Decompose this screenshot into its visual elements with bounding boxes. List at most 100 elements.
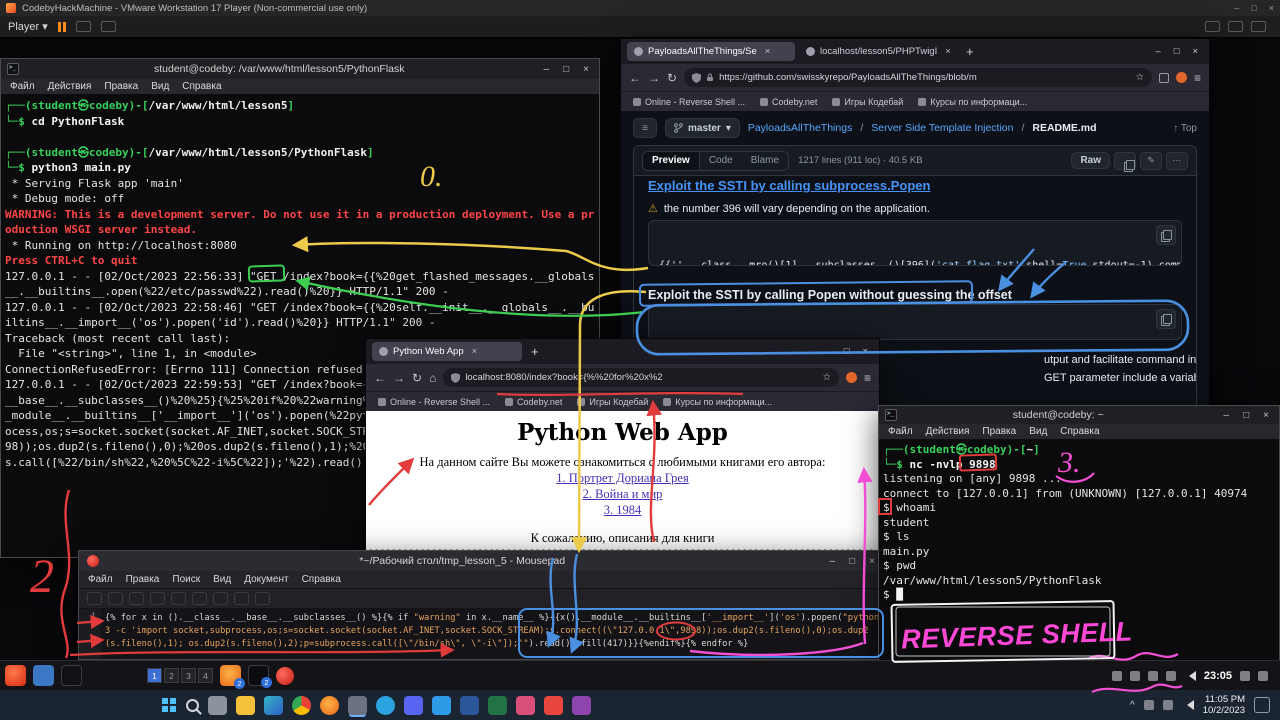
tab-python-web-app[interactable]: Python Web App × — [372, 342, 522, 361]
book-link-2[interactable]: 2. Война и мир — [366, 487, 879, 502]
mousepad-titlebar[interactable]: *~/Рабочий стол/tmp_lesson_5 - Mousepad … — [79, 551, 887, 571]
redo-icon[interactable] — [171, 592, 186, 605]
terminal1-minimize-button[interactable]: – — [540, 64, 554, 75]
paste-icon[interactable] — [234, 592, 249, 605]
terminal2-output[interactable]: ┌──(student㉿codeby)-[~]└─$ nc -nvlp 9898… — [879, 440, 1279, 606]
terminal2-maximize-button[interactable]: □ — [1239, 410, 1253, 421]
edit-pencil-icon[interactable]: ✎ — [1140, 152, 1162, 170]
extensions-icon[interactable] — [1159, 73, 1169, 83]
menu-help[interactable]: Справка — [1060, 426, 1099, 437]
vscode-icon[interactable] — [432, 696, 451, 715]
new-tab-button[interactable]: + — [961, 44, 979, 59]
vmware-maximize-button[interactable]: □ — [1251, 3, 1256, 13]
payload-text[interactable]: {% for x in ().__class__.__base__.__subc… — [101, 609, 887, 659]
vmware-close-button[interactable]: × — [1269, 3, 1274, 13]
menu-help[interactable]: Справка — [182, 81, 221, 92]
settings-icon[interactable] — [572, 696, 591, 715]
volume-icon[interactable] — [1184, 671, 1196, 681]
menu-file[interactable]: Файл — [888, 426, 913, 437]
suspend-vm-icon[interactable] — [58, 22, 66, 32]
bookmark-games[interactable]: Игры Кодебай — [832, 97, 903, 107]
window-close-button[interactable]: × — [862, 346, 868, 357]
adblock-extension-icon[interactable] — [846, 372, 857, 383]
url-bar[interactable]: localhost:8080/index?book={%%20for%20x%2… — [443, 368, 839, 387]
tab-close-icon[interactable]: × — [765, 46, 771, 57]
host-clock[interactable]: 11:05 PM 10/2/2023 — [1203, 694, 1245, 716]
new-file-icon[interactable] — [87, 592, 102, 605]
word-icon[interactable] — [460, 696, 479, 715]
menu-edit[interactable]: Правка — [982, 426, 1016, 437]
book-link-3[interactable]: 3. 1984 — [366, 503, 879, 518]
cut-icon[interactable] — [192, 592, 207, 605]
window-maximize-button[interactable]: □ — [1174, 46, 1180, 57]
adblock-extension-icon[interactable] — [1176, 72, 1187, 83]
open-file-icon[interactable] — [108, 592, 123, 605]
volume-icon[interactable] — [1182, 700, 1194, 710]
firefox-icon[interactable] — [320, 696, 339, 715]
network-tray-icon[interactable] — [1112, 671, 1122, 681]
breadcrumb-folder[interactable]: Server Side Template Injection — [871, 122, 1013, 134]
bookmark-codeby[interactable]: Codeby.net — [760, 97, 817, 107]
vmware-minimize-button[interactable]: – — [1234, 3, 1239, 13]
usb-tray-icon[interactable] — [1130, 671, 1140, 681]
fullscreen-icon[interactable] — [1205, 21, 1220, 32]
workspace-3[interactable]: 3 — [181, 668, 196, 683]
bookmark-reverse-shell[interactable]: Online - Reverse Shell ... — [378, 397, 490, 407]
mousepad-maximize-button[interactable]: □ — [845, 556, 859, 567]
chrome-icon[interactable] — [292, 696, 311, 715]
window-close-button[interactable]: × — [1192, 46, 1198, 57]
app-menu-icon[interactable] — [5, 665, 26, 686]
tab-close-icon[interactable]: × — [945, 46, 951, 57]
menu-view[interactable]: Вид — [213, 574, 231, 585]
tab-blame[interactable]: Blame — [742, 152, 788, 170]
tab-payloadsallthethings[interactable]: PayloadsAllTheThings/Se × — [627, 42, 795, 61]
power-tray-icon[interactable] — [1240, 671, 1250, 681]
photos-icon[interactable] — [516, 696, 535, 715]
menu-hamburger-icon[interactable]: ≡ — [1194, 71, 1201, 85]
excel-icon[interactable] — [488, 696, 507, 715]
taskview-icon[interactable] — [208, 696, 227, 715]
back-icon[interactable]: ← — [629, 71, 641, 85]
mousepad-minimize-button[interactable]: – — [826, 556, 840, 567]
tab-localhost-phptwig[interactable]: localhost/lesson5/PHPTwigI × — [799, 42, 957, 61]
copy-code-icon[interactable] — [1156, 309, 1176, 329]
more-options-icon[interactable]: ⋯ — [1166, 152, 1188, 170]
save-file-icon[interactable] — [129, 592, 144, 605]
copy-icon[interactable] — [213, 592, 228, 605]
bookmark-codeby[interactable]: Codeby.net — [505, 397, 562, 407]
tab-close-icon[interactable]: × — [472, 346, 478, 357]
notification-center-icon[interactable] — [1254, 697, 1270, 713]
readme-heading-subprocess-popen[interactable]: Exploit the SSTI by calling subprocess.P… — [648, 178, 930, 193]
terminal2-minimize-button[interactable]: – — [1220, 410, 1234, 421]
url-bar[interactable]: https://github.com/swisskyrepo/PayloadsA… — [684, 68, 1152, 87]
window-minimize-button[interactable]: – — [1155, 46, 1160, 57]
book-link-1[interactable]: 1. Портрет Дориана Грея — [366, 471, 879, 486]
terminal1-maximize-button[interactable]: □ — [559, 64, 573, 75]
unity-icon[interactable] — [1228, 21, 1243, 32]
terminal1-close-button[interactable]: × — [579, 64, 593, 75]
terminal2-close-button[interactable]: × — [1259, 410, 1273, 421]
home-icon[interactable]: ⌂ — [429, 371, 436, 385]
file-explorer-icon[interactable] — [236, 696, 255, 715]
ctrl-alt-del-icon[interactable] — [76, 21, 91, 32]
menu-search[interactable]: Поиск — [172, 574, 200, 585]
breadcrumb-repo[interactable]: PayloadsAllTheThings — [748, 122, 852, 134]
window-minimize-button[interactable]: – — [825, 346, 830, 357]
tab-preview[interactable]: Preview — [643, 152, 700, 170]
reload-icon[interactable]: ↻ — [667, 71, 677, 85]
network-tray-icon[interactable] — [1163, 700, 1173, 710]
menu-file[interactable]: Файл — [88, 574, 113, 585]
start-button[interactable] — [162, 698, 177, 713]
menu-actions[interactable]: Действия — [926, 426, 970, 437]
terminal1-titlebar[interactable]: student@codeby: /var/www/html/lesson5/Py… — [1, 59, 599, 79]
vmware-titlebar[interactable]: CodebyHackMachine - VMware Workstation 1… — [0, 0, 1280, 16]
workspace-1[interactable]: 1 — [147, 668, 162, 683]
file-tree-icon[interactable]: ≡ — [633, 118, 657, 138]
vm-clock[interactable]: 23:05 — [1204, 670, 1232, 682]
bookmark-star-icon[interactable]: ☆ — [822, 372, 831, 383]
mail-icon[interactable] — [544, 696, 563, 715]
forward-icon[interactable]: → — [648, 71, 660, 85]
console-icon[interactable] — [1251, 21, 1266, 32]
window-maximize-button[interactable]: □ — [844, 346, 850, 357]
search-icon[interactable] — [186, 699, 199, 712]
